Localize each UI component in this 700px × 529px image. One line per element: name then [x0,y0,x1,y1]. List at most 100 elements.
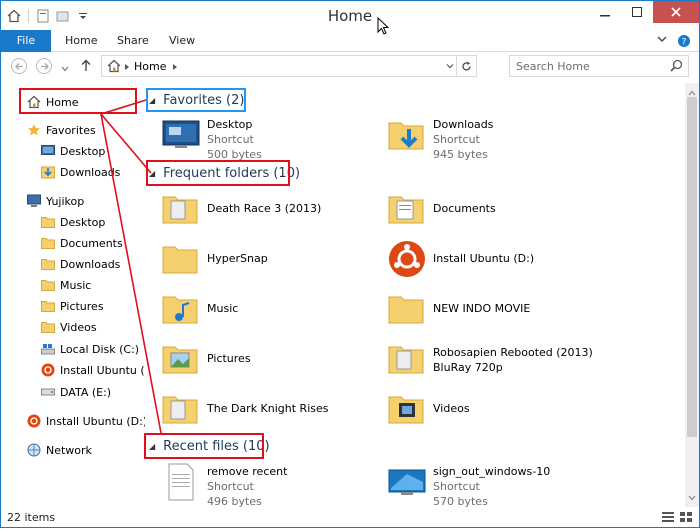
folder-music[interactable]: Music [161,289,238,329]
nav-label: Pictures [60,299,104,313]
item-name: Documents [433,202,496,215]
folder-videos[interactable]: Videos [387,389,470,429]
nav-documents[interactable]: Documents [41,233,123,253]
nav-install-ubuntu[interactable]: Install Ubuntu (D: [41,360,145,380]
group-header-recent[interactable]: ◢ Recent files (10) [149,436,270,456]
item-size: 496 bytes [207,495,262,507]
up-arrow-icon[interactable] [81,59,91,75]
help-icon[interactable]: ? [677,34,691,51]
nav-label: Home [46,95,79,109]
item-name: Videos [433,402,470,415]
folder-new-indo-movie[interactable]: NEW INDO MOVIE [387,289,530,329]
folder-icon [387,339,427,379]
nav-home[interactable]: Home [27,92,78,112]
nav-pictures[interactable]: Pictures [41,296,104,316]
scroll-down-icon[interactable] [688,491,696,504]
folder-pictures[interactable]: Pictures [161,339,251,379]
nav-label: Videos [60,320,97,334]
nav-favorites[interactable]: Favorites [27,120,96,140]
ribbon-tabs: File Home Share View ? [1,30,699,52]
videos-folder-icon [387,389,427,429]
item-name: Music [207,302,239,315]
nav-label: Downloads [60,257,121,271]
item-name: Desktop [207,118,253,131]
nav-label: Install Ubuntu (D: [60,363,145,377]
folder-robosapien[interactable]: Robosapien Rebooted (2013) BluRay 720p [387,339,593,379]
collapse-triangle-icon[interactable]: ◢ [149,442,155,451]
search-input[interactable]: Search Home [516,60,590,73]
search-icon[interactable] [670,59,683,75]
drive-install-ubuntu[interactable]: Install Ubuntu (D:) [387,239,534,279]
search-box[interactable]: Search Home [509,55,689,77]
item-name: HyperSnap [207,252,268,265]
folder-icon [161,389,201,429]
tab-file[interactable]: File [1,30,51,52]
recent-remove-recent[interactable]: remove recent Shortcut 496 bytes [161,462,287,507]
nav-videos[interactable]: Videos [41,317,97,337]
scrollbar-thumb[interactable] [687,97,697,437]
folder-documents[interactable]: Documents [387,189,496,229]
close-button[interactable] [653,1,699,23]
item-name-line2: BluRay 720p [433,361,503,374]
nav-downloads[interactable]: Downloads [41,254,120,274]
nav-label: Music [60,278,92,292]
nav-fav-desktop[interactable]: Desktop [41,141,105,161]
recent-sign-out[interactable]: sign_out_windows-10 Shortcut 570 bytes [387,462,550,507]
pictures-folder-icon [161,339,201,379]
folder-icon [41,320,55,334]
refresh-button[interactable] [456,56,476,76]
item-downloads-shortcut[interactable]: Downloads Shortcut 945 bytes [387,115,493,162]
nav-label: Network [46,443,92,457]
nav-network[interactable]: Network [27,440,92,460]
address-dropdown-icon[interactable] [446,60,454,73]
tab-home[interactable]: Home [53,30,109,52]
status-bar: 22 items [1,507,699,527]
folder-icon [41,257,55,271]
folder-icon [41,278,55,292]
breadcrumb-chevron-icon[interactable] [172,61,178,74]
group-title: Favorites (2) [163,92,245,108]
recent-locations-icon[interactable] [61,62,69,75]
nav-local-disk[interactable]: Local Disk (C:) [41,339,139,359]
large-icons-view-icon[interactable] [679,511,693,526]
group-title: Recent files (10) [163,438,270,454]
folder-hypersnap[interactable]: HyperSnap [161,239,268,279]
expand-ribbon-icon[interactable] [657,34,667,51]
item-name: remove recent [207,465,288,478]
navigation-pane: Home Favorites Desktop Downloads Yujikop [1,83,145,507]
collapse-triangle-icon[interactable]: ◢ [149,169,155,178]
tab-view[interactable]: View [157,30,207,52]
nav-music[interactable]: Music [41,275,91,295]
group-header-frequent[interactable]: ◢ Frequent folders (10) [149,163,300,183]
nav-this-pc[interactable]: Yujikop [27,191,84,211]
collapse-triangle-icon[interactable]: ◢ [149,96,155,105]
home-icon [27,95,41,109]
drive-icon [41,342,55,356]
address-row: Home Search Home [1,52,699,80]
folder-death-race[interactable]: Death Race 3 (2013) [161,189,321,229]
vertical-scrollbar[interactable] [685,83,699,507]
item-desktop-shortcut[interactable]: Desktop Shortcut 500 bytes [161,115,262,162]
title-bar: Home [1,1,699,31]
tab-share[interactable]: Share [105,30,161,52]
forward-button[interactable] [36,58,52,74]
address-bar[interactable]: Home [101,55,477,77]
content-pane: ◢ Favorites (2) Desktop Shortcut 500 byt… [145,83,685,508]
minimize-button[interactable] [589,1,621,23]
folder-dark-knight[interactable]: The Dark Knight Rises [161,389,329,429]
back-button[interactable] [11,58,27,74]
desktop-shortcut-icon [161,115,201,155]
nav-data-drive[interactable]: DATA (E:) [41,382,111,402]
item-size: 945 bytes [433,148,488,161]
breadcrumb-home[interactable]: Home [134,60,166,73]
item-size: 570 bytes [433,495,488,507]
item-type: Shortcut [433,480,480,493]
nav-ubuntu-drive[interactable]: Install Ubuntu (D:) [27,411,145,431]
nav-fav-downloads[interactable]: Downloads [41,162,120,182]
group-header-favorites[interactable]: ◢ Favorites (2) [149,90,244,110]
details-view-icon[interactable] [661,511,675,526]
nav-desktop[interactable]: Desktop [41,212,105,232]
folder-icon [41,299,55,313]
maximize-button[interactable] [621,1,653,23]
item-name: Downloads [433,118,494,131]
